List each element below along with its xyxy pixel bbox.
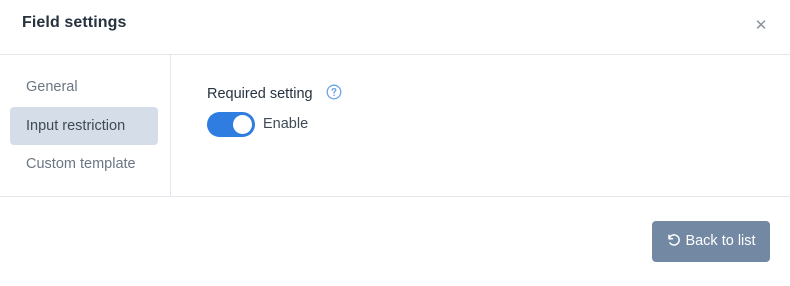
field-settings-dialog: Field settings ✕ General Input restricti… (0, 0, 790, 286)
dialog-footer: Back to list (0, 197, 790, 286)
sidebar-item-custom-template[interactable]: Custom template (10, 145, 158, 183)
settings-content: Required setting Enable (171, 55, 790, 196)
close-icon[interactable]: ✕ (754, 17, 768, 35)
sidebar-item-general[interactable]: General (10, 68, 158, 106)
dialog-title: Field settings (22, 14, 127, 31)
required-setting-label: Required setting (207, 86, 313, 102)
toggle-knob (233, 115, 252, 134)
dialog-header: Field settings ✕ (0, 0, 790, 55)
back-to-list-button[interactable]: Back to list (652, 221, 770, 262)
required-toggle[interactable] (207, 112, 255, 137)
undo-icon (668, 234, 681, 246)
dialog-body: General Input restriction Custom templat… (0, 55, 790, 197)
toggle-label: Enable (263, 116, 309, 132)
settings-sidebar: General Input restriction Custom templat… (0, 55, 171, 196)
back-button-label: Back to list (685, 233, 756, 249)
help-circle-icon[interactable] (326, 84, 342, 100)
sidebar-item-input-restriction[interactable]: Input restriction (10, 107, 158, 145)
